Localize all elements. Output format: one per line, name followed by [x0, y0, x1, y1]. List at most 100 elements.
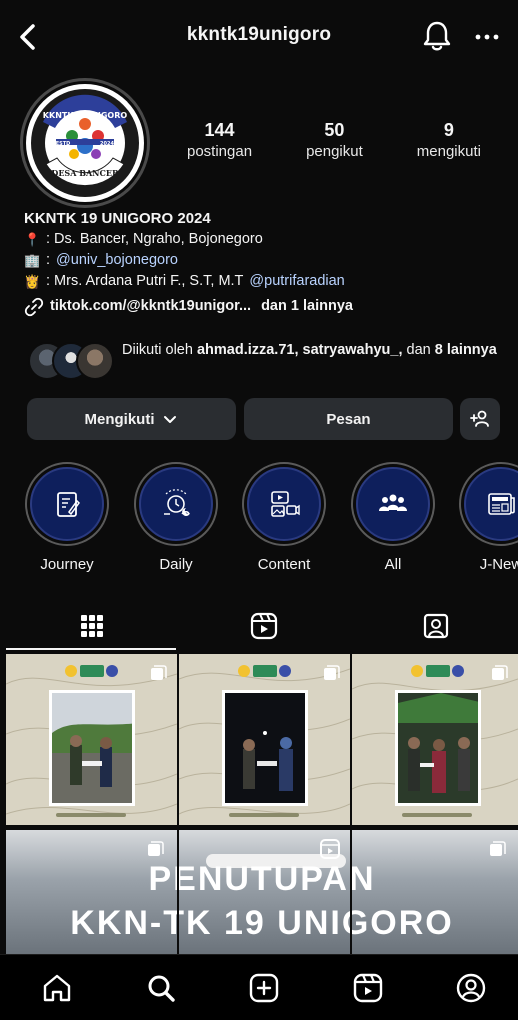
highlight-daily[interactable]: Daily — [133, 462, 219, 573]
followed-by-text: Diikuti oleh ahmad.izza.71, satryawahyu_… — [122, 340, 508, 361]
banner-title-line1: PENUTUPAN — [148, 860, 376, 898]
grid-divider — [350, 830, 352, 954]
logo-top-text: KKNTK19UNIGORO — [43, 111, 128, 120]
highlight-jnews[interactable]: J-New — [458, 462, 518, 573]
grid-divider — [177, 830, 179, 954]
tab-tagged[interactable] — [350, 606, 518, 646]
create-post-icon[interactable] — [247, 971, 281, 1005]
suggest-people-button[interactable] — [460, 398, 500, 440]
home-icon[interactable] — [40, 971, 74, 1005]
crowned-person-icon: 👸 — [24, 274, 41, 289]
highlight-label: Content — [257, 556, 311, 573]
profile-screen: kkntk19unigoro KKNTK19UNIGORO DESA BANCE… — [0, 0, 518, 1020]
follower-avatars — [28, 342, 118, 380]
clock-moon-icon — [164, 489, 190, 516]
post-photo — [222, 690, 308, 806]
post-footer-bar — [56, 813, 126, 817]
stat-following[interactable]: 9 mengikuti — [417, 120, 481, 160]
profile-tabs — [0, 598, 518, 652]
location-pin-icon: 📍 — [24, 232, 41, 247]
post-footer-bar — [402, 813, 472, 817]
bio-link-line[interactable]: tiktok.com/@kkntk19unigor... dan 1 lainn… — [24, 296, 504, 317]
highlight-all[interactable]: All — [350, 462, 436, 573]
univ-handle-link[interactable]: @univ_bojonegoro — [56, 250, 178, 271]
post-photo — [49, 690, 135, 806]
following-button[interactable]: Mengikuti — [27, 398, 236, 440]
carousel-icon — [324, 665, 340, 680]
logo-left-text: ESTD — [56, 141, 71, 147]
followed-by[interactable]: Diikuti oleh ahmad.izza.71, satryawahyu_… — [28, 340, 508, 382]
highlight-ring — [459, 462, 518, 546]
carousel-icon — [151, 665, 167, 680]
followed-prefix: Diikuti oleh — [122, 342, 193, 358]
notification-bell-icon[interactable] — [420, 18, 454, 54]
post-thumbnail[interactable] — [179, 654, 350, 825]
reels-icon[interactable] — [351, 971, 385, 1005]
bottom-navigation — [0, 954, 518, 1020]
post-banner-closing[interactable]: PENUTUPAN KKN-TK 19 UNIGORO — [6, 830, 518, 954]
external-link[interactable]: tiktok.com/@kkntk19unigor... — [50, 296, 251, 317]
profile-avatar[interactable]: KKNTK19UNIGORO DESA BANCER ESTD 2024 — [20, 78, 150, 208]
highlight-journey[interactable]: Journey — [24, 462, 110, 573]
stat-followers-label: pengikut — [306, 143, 363, 160]
tab-reels[interactable] — [178, 606, 350, 646]
message-button-label: Pesan — [326, 410, 371, 428]
highlight-ring — [242, 462, 326, 546]
following-button-label: Mengikuti — [84, 410, 155, 428]
more-links[interactable]: dan 1 lainnya — [261, 296, 353, 317]
banner-title-line2: KKN-TK 19 UNIGORO — [70, 904, 454, 942]
top-bar: kkntk19unigoro — [0, 0, 518, 72]
stat-posts-label: postingan — [187, 143, 253, 160]
advisor-handle-link[interactable]: @putrifaradian — [249, 271, 344, 292]
bio-advisor-line: 👸 : Mrs. Ardana Putri F., S.T, M.T @putr… — [24, 271, 504, 292]
highlight-cover — [139, 467, 213, 541]
sponsor-logos — [64, 662, 120, 680]
notebook-icon — [57, 492, 80, 517]
group-icon — [379, 494, 407, 511]
avatar — [76, 342, 114, 380]
profile-stats: 144 postingan 50 pengikut 9 mengikuti — [160, 120, 508, 160]
sponsor-logos — [410, 662, 466, 680]
highlight-label: All — [384, 556, 402, 573]
link-chain-icon — [24, 297, 44, 316]
post-footer-bar — [229, 813, 299, 817]
profile-icon[interactable] — [454, 971, 488, 1005]
carousel-icon — [490, 841, 506, 856]
carousel-icon — [492, 665, 508, 680]
highlight-label: J-New — [479, 556, 518, 573]
logo-bottom-text: DESA BANCER — [51, 168, 119, 178]
followed-mid: dan — [406, 342, 431, 358]
building-icon: 🏢 — [24, 253, 41, 268]
post-thumbnail[interactable] — [6, 654, 177, 825]
sponsor-logos — [237, 662, 293, 680]
logo-right-text: 2024 — [100, 141, 114, 147]
highlight-label: Daily — [159, 556, 193, 573]
tab-posts-grid[interactable] — [6, 606, 178, 646]
media-icon — [271, 491, 300, 517]
highlight-ring — [351, 462, 435, 546]
tagged-person-icon — [423, 613, 449, 639]
active-tab-indicator — [6, 648, 176, 650]
post-thumbnail[interactable] — [352, 654, 518, 825]
post-photo — [395, 690, 481, 806]
highlight-cover — [30, 467, 104, 541]
more-options-icon[interactable] — [470, 22, 504, 52]
stat-following-value: 9 — [443, 120, 454, 140]
stat-following-label: mengikuti — [416, 143, 481, 160]
stat-followers-value: 50 — [324, 120, 345, 140]
highlight-cover — [356, 467, 430, 541]
message-button[interactable]: Pesan — [244, 398, 453, 440]
stat-posts[interactable]: 144 postingan — [187, 120, 252, 160]
stat-followers[interactable]: 50 pengikut — [306, 120, 363, 160]
bio-univ-prefix: : — [46, 252, 51, 268]
news-icon — [488, 493, 515, 515]
stat-posts-value: 144 — [204, 120, 235, 140]
bio-location: : Ds. Bancer, Ngraho, Bojonegoro — [46, 231, 263, 247]
reels-icon — [250, 612, 278, 640]
highlight-content[interactable]: Content — [241, 462, 327, 573]
highlight-cover — [464, 467, 518, 541]
search-icon[interactable] — [144, 971, 178, 1005]
followed-names: ahmad.izza.71, satryawahyu_, — [196, 342, 403, 358]
chevron-down-icon — [163, 416, 176, 423]
bio-location-line: 📍 : Ds. Bancer, Ngraho, Bojonegoro — [24, 229, 504, 250]
